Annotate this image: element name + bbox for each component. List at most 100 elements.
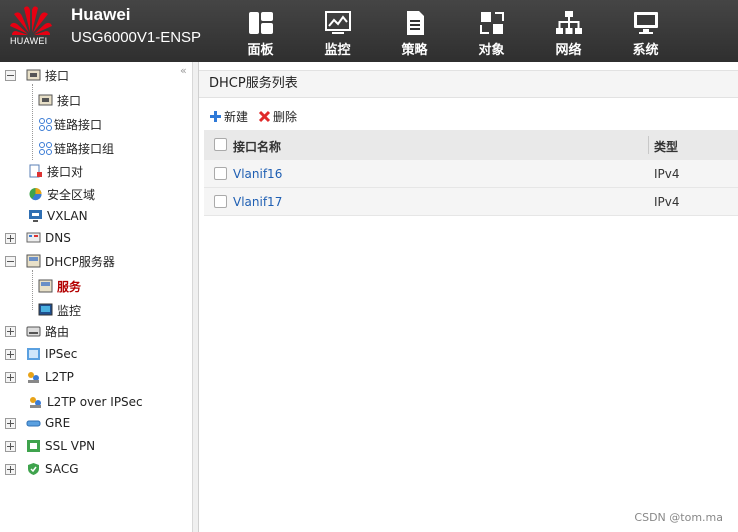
row-checkbox[interactable] <box>214 167 227 180</box>
column-header-type[interactable]: 类型 <box>654 138 678 155</box>
link-interface-icon <box>39 118 52 131</box>
new-button[interactable]: 新建 <box>209 108 248 125</box>
tree-item-interface-sub[interactable]: 接口 <box>38 90 81 110</box>
toolbar: 新建 删除 <box>209 106 307 126</box>
dashboard-icon <box>248 12 273 34</box>
monitor-icon <box>38 303 53 316</box>
select-all-checkbox[interactable] <box>214 138 227 151</box>
nav-network[interactable]: 网络 <box>530 0 607 62</box>
column-divider[interactable] <box>648 136 649 154</box>
table-header: 接口名称 类型 <box>204 130 738 160</box>
tree-item-label: SACG <box>45 462 79 476</box>
tree-item-sacg[interactable]: SACG <box>5 459 79 479</box>
interface-link[interactable]: Vlanif16 <box>233 167 282 181</box>
expand-toggle-icon[interactable] <box>5 463 16 475</box>
tree-item-label: 监控 <box>57 303 82 318</box>
tree-item-label: DHCP服务器 <box>45 254 115 269</box>
tree-item-label: 安全区域 <box>47 187 96 202</box>
tree-item-ipsec[interactable]: IPSec <box>5 344 77 364</box>
network-icon <box>555 11 582 34</box>
plus-icon <box>210 110 221 122</box>
tree-item-l2tp-over-ipsec[interactable]: L2TP over IPSec <box>28 392 143 412</box>
tree-item-label-active: 服务 <box>57 279 82 294</box>
row-checkbox[interactable] <box>214 195 227 208</box>
tree-item-label: VXLAN <box>47 209 88 223</box>
tree-item-link-interface-group[interactable]: 链路接口组 <box>38 138 114 158</box>
tree-item-interface[interactable]: 接口 <box>5 65 69 85</box>
collapse-sidebar-icon[interactable]: « <box>180 64 187 77</box>
brand-name: Huawei <box>71 5 131 24</box>
nav-dashboard-label: 面板 <box>247 43 274 58</box>
expand-toggle-icon[interactable] <box>5 440 16 452</box>
expand-toggle-icon[interactable] <box>5 371 16 383</box>
expand-toggle-icon[interactable] <box>5 348 16 360</box>
delete-button-label: 删除 <box>273 109 298 124</box>
security-zone-icon <box>29 188 42 201</box>
nav-policy[interactable]: 策略 <box>376 0 453 62</box>
sidebar-tree: « 接口 接口 链路接口 链路接口组 接口对 安全区域 VXLAN DNS DH… <box>0 62 193 532</box>
object-icon <box>479 12 504 34</box>
top-header: HUAWEI Huawei USG6000V1-ENSP 面板 监控 策略 对象… <box>0 0 738 62</box>
device-model: USG6000V1-ENSP <box>71 29 202 46</box>
tree-item-label: IPSec <box>45 347 78 361</box>
logo-text: HUAWEI <box>10 36 48 46</box>
tree-item-dhcp-monitor[interactable]: 监控 <box>38 300 81 320</box>
interface-icon <box>26 69 41 81</box>
nav-system-label: 系统 <box>632 43 659 58</box>
delete-icon <box>258 110 271 122</box>
l2tp-ipsec-icon <box>30 397 41 408</box>
column-header-interface-name[interactable]: 接口名称 <box>233 138 281 155</box>
route-icon <box>26 326 41 337</box>
tree-item-label: L2TP <box>45 370 74 384</box>
tree-item-dns[interactable]: DNS <box>5 228 71 248</box>
nav-system[interactable]: 系统 <box>607 0 684 62</box>
dns-icon <box>26 232 41 243</box>
tree-item-security-zone[interactable]: 安全区域 <box>28 184 95 204</box>
huawei-logo <box>10 6 52 35</box>
delete-button[interactable]: 删除 <box>258 108 297 125</box>
dhcp-server-icon <box>26 254 41 268</box>
watermark: CSDN @tom.ma <box>634 511 723 524</box>
tree-item-vxlan[interactable]: VXLAN <box>28 206 88 226</box>
nav-object[interactable]: 对象 <box>453 0 530 62</box>
type-cell: IPv4 <box>654 167 680 181</box>
table-row[interactable]: Vlanif16 IPv4 <box>204 160 738 188</box>
expand-toggle-icon[interactable] <box>5 325 16 337</box>
new-button-label: 新建 <box>224 109 249 124</box>
nav-monitor[interactable]: 监控 <box>299 0 376 62</box>
tree-item-dhcp-service[interactable]: 服务 <box>38 276 81 296</box>
tree-item-label: 接口 <box>45 68 70 83</box>
sacg-icon <box>28 463 39 475</box>
expand-toggle-icon[interactable] <box>5 417 16 429</box>
tree-item-label: 链路接口组 <box>54 141 115 156</box>
collapse-toggle-icon[interactable] <box>5 255 16 267</box>
main-panel: DHCP服务列表 新建 删除 接口名称 类型 Vlanif16 IPv4 Vla… <box>199 62 738 532</box>
policy-icon <box>406 11 424 35</box>
tree-item-ssl-vpn[interactable]: SSL VPN <box>5 436 95 456</box>
interface-icon <box>38 94 53 106</box>
tree-item-label: SSL VPN <box>45 439 96 453</box>
tree-item-label: DNS <box>45 231 71 245</box>
monitor-icon <box>324 11 351 34</box>
top-nav: 面板 监控 策略 对象 网络 系统 <box>222 0 684 62</box>
tree-item-link-interface[interactable]: 链路接口 <box>38 114 102 134</box>
tree-item-label: GRE <box>45 416 71 430</box>
ssl-vpn-icon <box>27 440 40 452</box>
interface-link[interactable]: Vlanif17 <box>233 195 282 209</box>
collapse-toggle-icon[interactable] <box>5 69 16 81</box>
tree-item-route[interactable]: 路由 <box>5 321 69 341</box>
nav-policy-label: 策略 <box>401 43 428 58</box>
tree-item-label: 链路接口 <box>54 117 103 132</box>
tree-item-gre[interactable]: GRE <box>5 413 70 433</box>
tree-item-dhcp-server[interactable]: DHCP服务器 <box>5 251 115 271</box>
nav-network-label: 网络 <box>555 43 582 58</box>
system-icon <box>633 12 658 34</box>
tree-item-l2tp[interactable]: L2TP <box>5 367 74 387</box>
gre-icon <box>26 420 41 427</box>
type-cell: IPv4 <box>654 195 680 209</box>
dhcp-service-table: 接口名称 类型 Vlanif16 IPv4 Vlanif17 IPv4 <box>204 130 738 216</box>
expand-toggle-icon[interactable] <box>5 232 16 244</box>
table-row[interactable]: Vlanif17 IPv4 <box>204 188 738 216</box>
nav-dashboard[interactable]: 面板 <box>222 0 299 62</box>
tree-item-interface-pair[interactable]: 接口对 <box>28 161 83 181</box>
